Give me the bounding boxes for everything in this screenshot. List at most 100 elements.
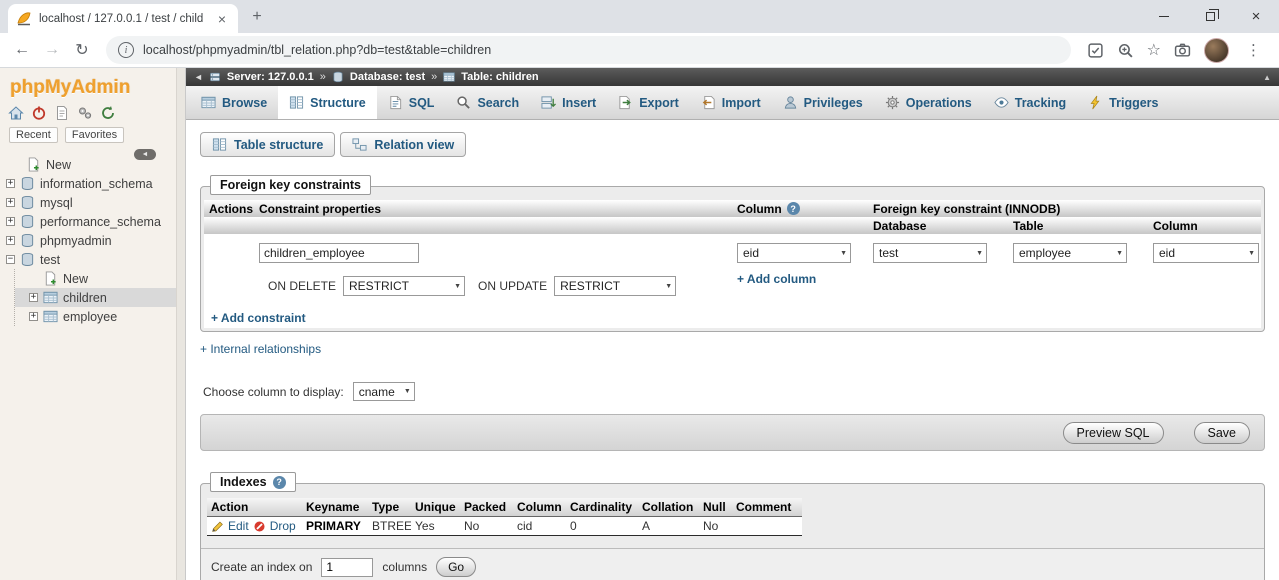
tab-structure[interactable]: Structure	[278, 86, 377, 119]
expand-icon[interactable]: +	[6, 236, 15, 245]
zoom-icon[interactable]	[1117, 42, 1134, 59]
back-button[interactable]: ←	[8, 36, 36, 64]
collapse-console-icon[interactable]: ▲	[1263, 73, 1271, 82]
index-cardinality: 0	[566, 517, 638, 536]
tab-import[interactable]: Import	[690, 86, 772, 119]
help-icon[interactable]: ?	[273, 476, 286, 489]
new-tab-button[interactable]: +	[244, 4, 270, 30]
tab-triggers[interactable]: Triggers	[1077, 86, 1169, 119]
tab-tracking[interactable]: Tracking	[983, 86, 1077, 119]
breadcrumb-table[interactable]: Table: children	[461, 71, 538, 83]
extension-icon[interactable]	[1087, 42, 1104, 59]
display-column-select[interactable]: cname▼	[353, 382, 415, 401]
drop-index-link[interactable]: Drop	[270, 519, 296, 533]
restore-button[interactable]	[1187, 0, 1233, 33]
bookmark-star-icon[interactable]: ☆	[1147, 42, 1161, 59]
tree-item-performance-schema[interactable]: + performance_schema	[0, 212, 176, 231]
fk-source-column-select[interactable]: eid▼	[737, 243, 851, 263]
fk-header-fk: Foreign key constraint (INNODB)	[868, 200, 1261, 217]
add-constraint-row: + Add constraint	[204, 302, 1261, 328]
tab-export[interactable]: Export	[607, 86, 690, 119]
browser-tab[interactable]: localhost / 127.0.0.1 / test / child ×	[8, 4, 238, 33]
tab-sql[interactable]: SQL	[377, 86, 446, 119]
database-icon	[20, 195, 35, 210]
subtab-relation-view[interactable]: Relation view	[340, 132, 466, 157]
reload-navigation-icon[interactable]	[100, 105, 116, 121]
insert-icon	[541, 95, 556, 110]
on-update-select[interactable]: RESTRICT▼	[554, 276, 676, 296]
breadcrumb-server[interactable]: Server: 127.0.0.1	[227, 71, 314, 83]
breadcrumb-separator: »	[431, 71, 437, 83]
home-icon[interactable]	[8, 105, 24, 121]
expand-icon[interactable]: +	[6, 198, 15, 207]
docs-icon[interactable]	[54, 105, 70, 121]
tree-item-children[interactable]: + children	[15, 288, 176, 307]
save-button[interactable]: Save	[1194, 422, 1251, 444]
tab-search[interactable]: Search	[445, 86, 530, 119]
breadcrumb: ◄ Server: 127.0.0.1 » Database: test » T…	[186, 68, 1279, 86]
browser-menu-icon[interactable]: ⋮	[1242, 41, 1265, 59]
edit-index-link[interactable]: Edit	[228, 519, 249, 533]
logout-icon[interactable]	[31, 105, 47, 121]
tab-privileges[interactable]: Privileges	[772, 86, 874, 119]
foreign-key-row: ON DELETE RESTRICT▼ ON UPDATE RESTRICT▼ …	[204, 234, 1261, 302]
help-icon[interactable]: ?	[787, 202, 800, 215]
chevron-down-icon: ▼	[840, 250, 847, 257]
navigation-panel: phpMyAdmin Recent Favorites ◄ New +	[0, 68, 176, 580]
tab-operations[interactable]: Operations	[874, 86, 983, 119]
tab-browse[interactable]: Browse	[190, 86, 278, 119]
expand-icon[interactable]: +	[29, 293, 38, 302]
tree-item-employee[interactable]: + employee	[15, 307, 176, 326]
tree-item-new-table[interactable]: New	[15, 269, 176, 288]
export-icon	[618, 95, 633, 110]
expand-icon[interactable]: +	[6, 179, 15, 188]
recent-button[interactable]: Recent	[9, 127, 58, 143]
avatar[interactable]	[1204, 38, 1229, 63]
expand-icon[interactable]: +	[6, 217, 15, 226]
database-icon	[332, 71, 344, 83]
structure-subtabs: Table structure Relation view	[200, 132, 1265, 157]
settings-icon[interactable]	[77, 105, 93, 121]
index-columns-count-input[interactable]	[321, 558, 373, 577]
breadcrumb-database[interactable]: Database: test	[350, 71, 425, 83]
refresh-button[interactable]: ↻	[68, 36, 96, 64]
tree-item-information-schema[interactable]: + information_schema	[0, 174, 176, 193]
expand-icon[interactable]: +	[29, 312, 38, 321]
index-collation: A	[638, 517, 699, 536]
on-delete-label: ON DELETE	[268, 279, 336, 293]
on-delete-select[interactable]: RESTRICT▼	[343, 276, 465, 296]
fk-table-select[interactable]: employee▼	[1013, 243, 1127, 263]
tree-item-mysql[interactable]: + mysql	[0, 193, 176, 212]
tab-insert[interactable]: Insert	[530, 86, 607, 119]
database-icon	[20, 214, 35, 229]
url-bar[interactable]: i localhost/phpmyadmin/tbl_relation.php?…	[106, 36, 1071, 64]
camera-icon[interactable]	[1174, 42, 1191, 59]
foreign-key-table: Actions Constraint properties Column ? F…	[204, 200, 1261, 328]
preview-sql-button[interactable]: Preview SQL	[1063, 422, 1164, 444]
tab-close-icon[interactable]: ×	[214, 12, 230, 26]
chevron-down-icon: ▼	[1116, 250, 1123, 257]
forward-button[interactable]: →	[38, 36, 66, 64]
fk-database-select[interactable]: test▼	[873, 243, 987, 263]
subtab-table-structure[interactable]: Table structure	[200, 132, 335, 157]
add-column-link[interactable]: + Add column	[737, 272, 816, 286]
panel-resize-gutter[interactable]	[176, 68, 186, 580]
hide-navigation-icon[interactable]: ◄	[194, 72, 203, 82]
minimize-button[interactable]	[1141, 0, 1187, 33]
import-icon	[701, 95, 716, 110]
collapse-left-icon: ◄	[142, 151, 149, 158]
index-null: No	[699, 517, 732, 536]
internal-relationships-link[interactable]: + Internal relationships	[200, 342, 321, 356]
go-button[interactable]: Go	[436, 557, 476, 577]
collapse-expander-icon[interactable]: −	[6, 255, 15, 264]
page-info-icon[interactable]: i	[118, 42, 134, 58]
browse-icon	[201, 95, 216, 110]
favorites-button[interactable]: Favorites	[65, 127, 124, 143]
panel-collapse-handle[interactable]: ◄	[134, 149, 156, 160]
constraint-name-input[interactable]	[259, 243, 419, 263]
tree-item-phpmyadmin[interactable]: + phpmyadmin	[0, 231, 176, 250]
close-window-button[interactable]: ×	[1233, 0, 1279, 33]
fk-ref-column-select[interactable]: eid▼	[1153, 243, 1259, 263]
tree-item-test[interactable]: − test	[0, 250, 176, 269]
add-constraint-link[interactable]: + Add constraint	[211, 311, 306, 325]
